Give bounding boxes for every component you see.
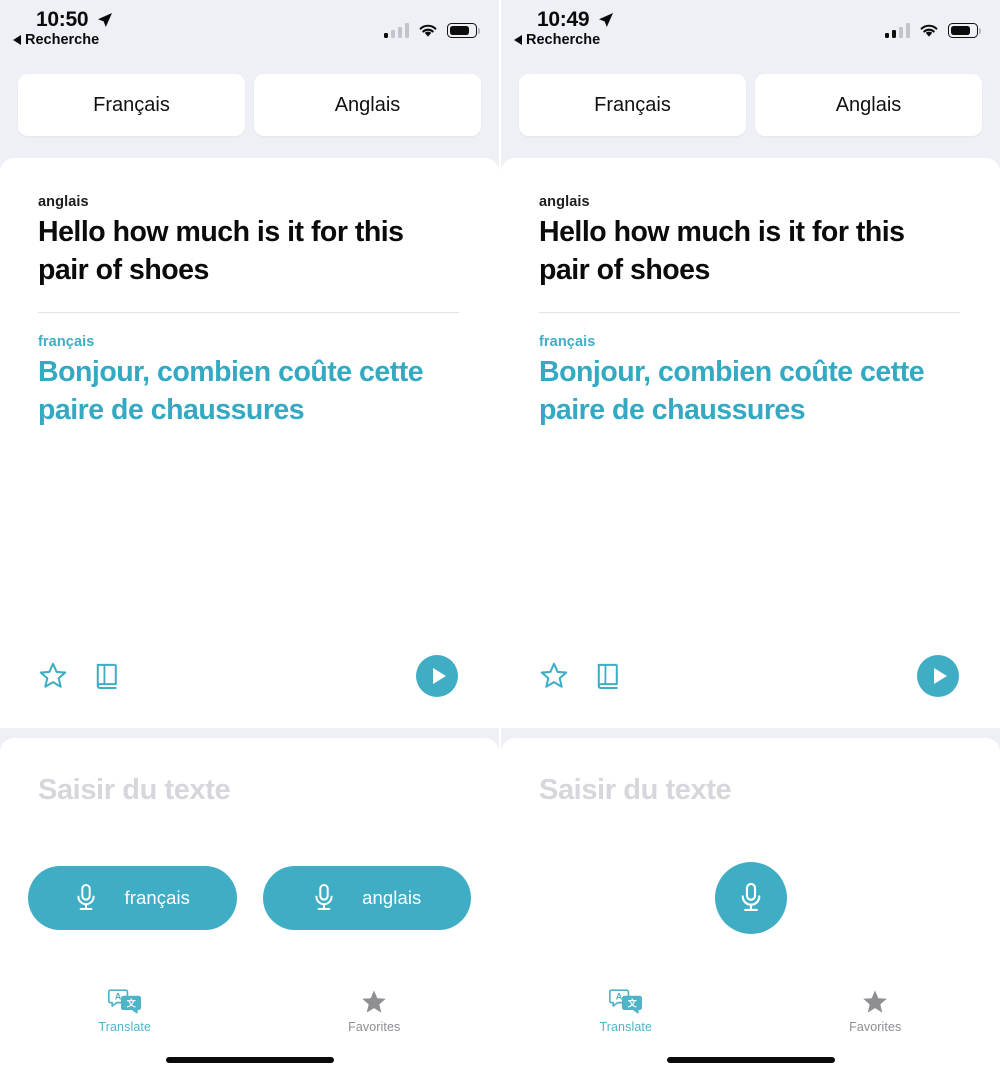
book-icon[interactable]	[92, 661, 122, 691]
battery-icon	[948, 23, 982, 38]
language-selector-bar: Français Anglais	[501, 74, 1000, 136]
text-input-card: Saisir du texte A 文 Translate Favorites	[501, 738, 1000, 1077]
star-outline-icon[interactable]	[38, 661, 68, 691]
microphone-icon	[741, 882, 760, 911]
target-language-label: français	[539, 334, 596, 350]
svg-text:A: A	[616, 992, 623, 1002]
battery-icon	[447, 23, 481, 38]
translate-bubbles-icon: A 文	[107, 989, 141, 1014]
text-input-card: Saisir du texte français anglais A 文 Tra…	[0, 738, 499, 1077]
play-triangle	[933, 668, 947, 684]
tab-favorites[interactable]: Favorites	[751, 983, 1000, 1041]
source-text[interactable]: Hello how much is it for this pair of sh…	[38, 214, 455, 290]
translation-divider	[38, 312, 459, 313]
star-filled-icon	[362, 990, 387, 1013]
screenshot-stage: 10:50 Recherche Français Anglais anglais…	[0, 0, 1000, 1077]
translate-bubbles-icon: A 文	[608, 989, 642, 1014]
back-to-search-button[interactable]: Recherche	[13, 32, 99, 48]
source-language-button[interactable]: Français	[18, 74, 245, 136]
microphone-icon	[77, 884, 96, 910]
book-icon[interactable]	[593, 661, 623, 691]
svg-text:文: 文	[125, 997, 136, 1009]
status-time: 10:49	[537, 8, 590, 31]
text-input-placeholder[interactable]: Saisir du texte	[539, 774, 732, 807]
translation-divider	[539, 312, 960, 313]
mic-button-source[interactable]: français	[28, 866, 237, 930]
target-text[interactable]: Bonjour, combien coûte cette paire de ch…	[539, 354, 956, 430]
mic-button-single[interactable]	[714, 862, 787, 934]
back-triangle-icon	[13, 35, 21, 45]
target-text[interactable]: Bonjour, combien coûte cette paire de ch…	[38, 354, 455, 430]
translation-actions	[539, 648, 966, 704]
tab-translate[interactable]: A 文 Translate	[501, 983, 751, 1041]
back-triangle-icon	[514, 35, 522, 45]
phone-screen-right: 10:49 Recherche Français Anglais anglais…	[501, 0, 1000, 1077]
mic-button-row	[501, 860, 1000, 936]
source-language-label: anglais	[539, 194, 590, 210]
wifi-icon	[419, 24, 437, 37]
tab-translate-label: Translate	[599, 1020, 653, 1034]
text-input-placeholder[interactable]: Saisir du texte	[38, 774, 231, 807]
language-selector-bar: Français Anglais	[0, 74, 499, 136]
status-indicators	[383, 16, 481, 38]
svg-text:文: 文	[626, 997, 637, 1009]
mic-button-row: français anglais	[28, 866, 471, 930]
home-indicator[interactable]	[165, 1057, 334, 1063]
star-filled-icon	[863, 990, 888, 1013]
mic-button-target-label: anglais	[362, 887, 422, 908]
location-arrow-icon	[98, 13, 112, 27]
tab-translate-label: Translate	[98, 1020, 152, 1034]
play-circle-icon[interactable]	[416, 655, 458, 697]
translation-card: anglais Hello how much is it for this pa…	[0, 158, 499, 728]
target-language-label: français	[38, 334, 95, 350]
cellular-signal-icon	[884, 23, 910, 38]
target-language-button[interactable]: Anglais	[254, 74, 481, 136]
phone-screen-left: 10:50 Recherche Français Anglais anglais…	[0, 0, 499, 1077]
tab-bar: A 文 Translate Favorites	[501, 983, 1000, 1041]
play-circle-icon[interactable]	[917, 655, 959, 697]
mic-button-source-label: français	[124, 887, 191, 908]
star-outline-icon[interactable]	[539, 661, 569, 691]
status-time: 10:50	[36, 8, 89, 31]
microphone-icon	[315, 884, 333, 910]
translation-card: anglais Hello how much is it for this pa…	[501, 158, 1000, 728]
tab-favorites-label: Favorites	[849, 1020, 902, 1034]
tab-translate[interactable]: A 文 Translate	[0, 983, 250, 1041]
tab-favorites-label: Favorites	[348, 1020, 401, 1034]
location-arrow-icon	[599, 13, 613, 27]
back-label: Recherche	[526, 32, 601, 48]
home-indicator[interactable]	[666, 1057, 835, 1063]
play-triangle	[432, 668, 446, 684]
translation-actions	[38, 648, 465, 704]
status-bar: 10:50 Recherche	[0, 0, 499, 58]
source-language-button[interactable]: Français	[519, 74, 746, 136]
wifi-icon	[920, 24, 938, 37]
svg-text:A: A	[115, 992, 122, 1002]
status-indicators	[884, 16, 982, 38]
target-language-button[interactable]: Anglais	[755, 74, 982, 136]
mic-button-target[interactable]: anglais	[262, 866, 471, 930]
source-text[interactable]: Hello how much is it for this pair of sh…	[539, 214, 956, 290]
tab-bar: A 文 Translate Favorites	[0, 983, 499, 1041]
tab-favorites[interactable]: Favorites	[250, 983, 500, 1041]
status-bar: 10:49 Recherche	[501, 0, 1000, 58]
cellular-signal-icon	[383, 23, 409, 38]
back-label: Recherche	[25, 32, 100, 48]
source-language-label: anglais	[38, 194, 89, 210]
back-to-search-button[interactable]: Recherche	[514, 32, 600, 48]
